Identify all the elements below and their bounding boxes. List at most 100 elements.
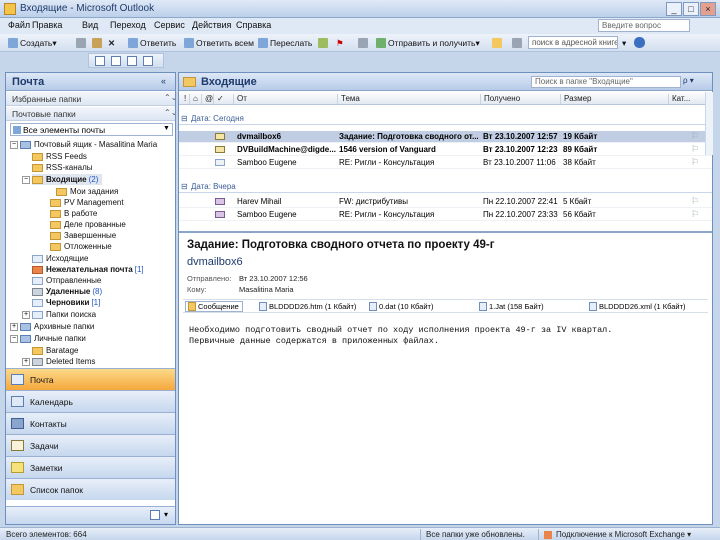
categorize-button[interactable] — [318, 37, 330, 49]
search-dropdown-button[interactable]: ▾ — [622, 37, 626, 49]
attachment-file[interactable]: BLDDDD26.xml (1 Кбайт) — [587, 301, 689, 312]
favorites-section[interactable]: Избранные папки ⌃⌄ — [6, 92, 175, 106]
tree-folder-rss-channels[interactable]: RSS-каналы — [32, 162, 93, 173]
message-list-scrollbar[interactable] — [705, 92, 713, 155]
mail-folders-section[interactable]: Почтовые папки ⌃⌄ — [6, 107, 175, 121]
collapse-toggle[interactable]: − — [22, 176, 30, 184]
flag-icon[interactable]: ⚐ — [691, 209, 699, 220]
menu-actions[interactable]: Действия — [192, 20, 231, 30]
menu-go[interactable]: Переход — [110, 20, 146, 30]
close-button[interactable]: × — [700, 2, 716, 16]
flag-button[interactable]: ⚑ — [336, 37, 344, 49]
flag-icon[interactable]: ⚐ — [691, 157, 699, 168]
shortcuts-icon[interactable] — [150, 510, 160, 520]
address-book-button[interactable] — [358, 37, 370, 49]
tree-folder-search[interactable]: Папки поиска — [32, 309, 96, 320]
flag-icon[interactable]: ⚐ — [691, 131, 699, 142]
new-button[interactable]: Создать ▾ — [8, 37, 57, 49]
message-sender[interactable]: dvmailbox6 — [187, 256, 243, 268]
forward-nav-icon[interactable] — [111, 56, 121, 66]
inbox-search-input[interactable]: Поиск в папке "Входящие" — [531, 76, 681, 88]
attachment-file[interactable]: BLDDDD26.htm (1 Кбайт) — [257, 301, 359, 312]
reply-button[interactable]: Ответить — [128, 37, 176, 49]
tree-folder-postponed[interactable]: Отложенные — [50, 241, 112, 252]
attachment-message[interactable]: Сообщение — [185, 301, 243, 312]
tree-personal-folders[interactable]: Личные папки — [20, 333, 86, 344]
group-header-yesterday[interactable]: ⊟ Дата: Вчера — [179, 181, 712, 193]
send-receive-button[interactable]: Отправить и получить ▾ — [376, 37, 480, 49]
table-row[interactable]: Harev Mihail FW: дистрибутивы Пн 22.10.2… — [179, 196, 712, 208]
address-search-icon-btn[interactable] — [512, 37, 524, 49]
col-icon-icon[interactable]: ⌂ — [189, 94, 198, 104]
minimize-button[interactable]: _ — [666, 2, 682, 16]
all-mail-items-dropdown[interactable]: Все элементы почты ▼ — [10, 123, 173, 136]
tree-folder-sent[interactable]: Отправленные — [32, 275, 101, 286]
attachment-file[interactable]: 0.dat (10 Кбайт) — [367, 301, 436, 312]
expand-toggle[interactable]: + — [22, 311, 30, 319]
nav-button-folder-list[interactable]: Список папок — [6, 478, 175, 500]
move-button[interactable] — [92, 37, 104, 49]
tree-folder-completed[interactable]: Завершенные — [50, 230, 116, 241]
help-button[interactable] — [634, 36, 647, 48]
maximize-button[interactable]: □ — [683, 2, 699, 16]
connection-status[interactable]: Подключение к Microsoft Exchange ▾ — [556, 530, 691, 539]
group-header-today[interactable]: ⊟ Дата: Сегодня — [179, 113, 712, 125]
address-search-input[interactable]: поиск в адресной книге — [528, 36, 618, 49]
col-size[interactable]: Размер — [560, 94, 668, 104]
expand-toggle[interactable]: + — [10, 323, 18, 331]
tree-folder-delegated[interactable]: Деле прованные — [50, 219, 126, 230]
search-options-button[interactable]: ρ ▾ — [683, 76, 707, 88]
home-icon[interactable] — [143, 56, 153, 66]
flag-icon[interactable]: ⚐ — [691, 196, 699, 207]
menu-file[interactable]: Файл — [8, 20, 30, 30]
collapse-toggle[interactable]: − — [10, 335, 18, 343]
nav-button-calendar[interactable]: Календарь — [6, 390, 175, 412]
menu-help[interactable]: Справка — [236, 20, 271, 30]
table-row[interactable]: Samboo Eugene RE: Ригли - Консультация П… — [179, 209, 712, 221]
tree-folder-pv-management[interactable]: PV Management — [50, 197, 124, 208]
delete-button[interactable]: ✕ — [108, 37, 115, 49]
help-search-input[interactable]: Введите вопрос — [598, 19, 690, 32]
tree-folder-drafts[interactable]: Черновики [1] — [32, 297, 100, 308]
nav-button-contacts[interactable]: Контакты — [6, 412, 175, 434]
col-from[interactable]: От — [233, 94, 337, 104]
back-icon[interactable] — [95, 56, 105, 66]
refresh-icon[interactable] — [127, 56, 137, 66]
col-attachment-icon[interactable]: @ — [201, 94, 213, 104]
menu-view[interactable]: Вид — [82, 20, 98, 30]
nav-button-notes[interactable]: Заметки — [6, 456, 175, 478]
tree-folder-rss-feeds[interactable]: RSS Feeds — [32, 151, 87, 162]
nav-button-mail[interactable]: Почта — [6, 368, 175, 390]
tree-folder-inbox[interactable]: Входящие (2) — [32, 174, 103, 185]
nav-button-tasks[interactable]: Задачи — [6, 434, 175, 456]
table-row[interactable]: Samboo Eugene RE: Ригли - Консультация В… — [179, 157, 712, 169]
tree-folder-baratage[interactable]: Baratage — [32, 345, 78, 356]
menu-edit[interactable]: Правка — [32, 20, 62, 30]
print-button[interactable] — [76, 37, 88, 49]
tree-mailbox[interactable]: Почтовый ящик - Masalitina Maria — [20, 139, 157, 150]
menu-tools[interactable]: Сервис — [154, 20, 185, 30]
col-subject[interactable]: Тема — [337, 94, 480, 104]
flag-icon[interactable]: ⚐ — [691, 144, 699, 155]
forward-button[interactable]: Переслать — [258, 37, 312, 49]
attachment-file[interactable]: 1.Jat (158 Байт) — [477, 301, 547, 312]
tree-archive[interactable]: Архивные папки — [20, 321, 94, 332]
col-categories[interactable]: Кат... — [668, 94, 698, 104]
tree-folder-junk[interactable]: Нежелательная почта [1] — [32, 264, 144, 275]
to-value[interactable]: Masalitina Maria — [239, 285, 294, 294]
folder-button[interactable] — [492, 37, 504, 49]
table-row[interactable]: DVBuildMachine@digde... 1546 version of … — [179, 144, 712, 156]
tree-folder-my-tasks[interactable]: Мои задания — [56, 186, 118, 197]
tree-folder-deleted-items[interactable]: Deleted Items — [32, 356, 95, 367]
reply-all-button[interactable]: Ответить всем — [184, 37, 254, 49]
collapse-toggle[interactable]: − — [10, 141, 18, 149]
configure-buttons-icon[interactable]: ▾ — [164, 510, 168, 519]
expand-toggle[interactable]: + — [22, 358, 30, 366]
collapse-nav-button[interactable]: « — [161, 76, 166, 86]
tree-folder-outbox[interactable]: Исходящие — [32, 253, 88, 264]
col-importance-icon[interactable]: ! — [181, 94, 186, 104]
tree-folder-deleted[interactable]: Удаленные (8) — [32, 286, 102, 297]
tree-folder-in-work[interactable]: В работе — [50, 208, 97, 219]
col-flag-icon[interactable]: ✓ — [213, 94, 224, 104]
table-row[interactable]: dvmailbox6 Задание: Подготовка сводного … — [179, 131, 712, 143]
